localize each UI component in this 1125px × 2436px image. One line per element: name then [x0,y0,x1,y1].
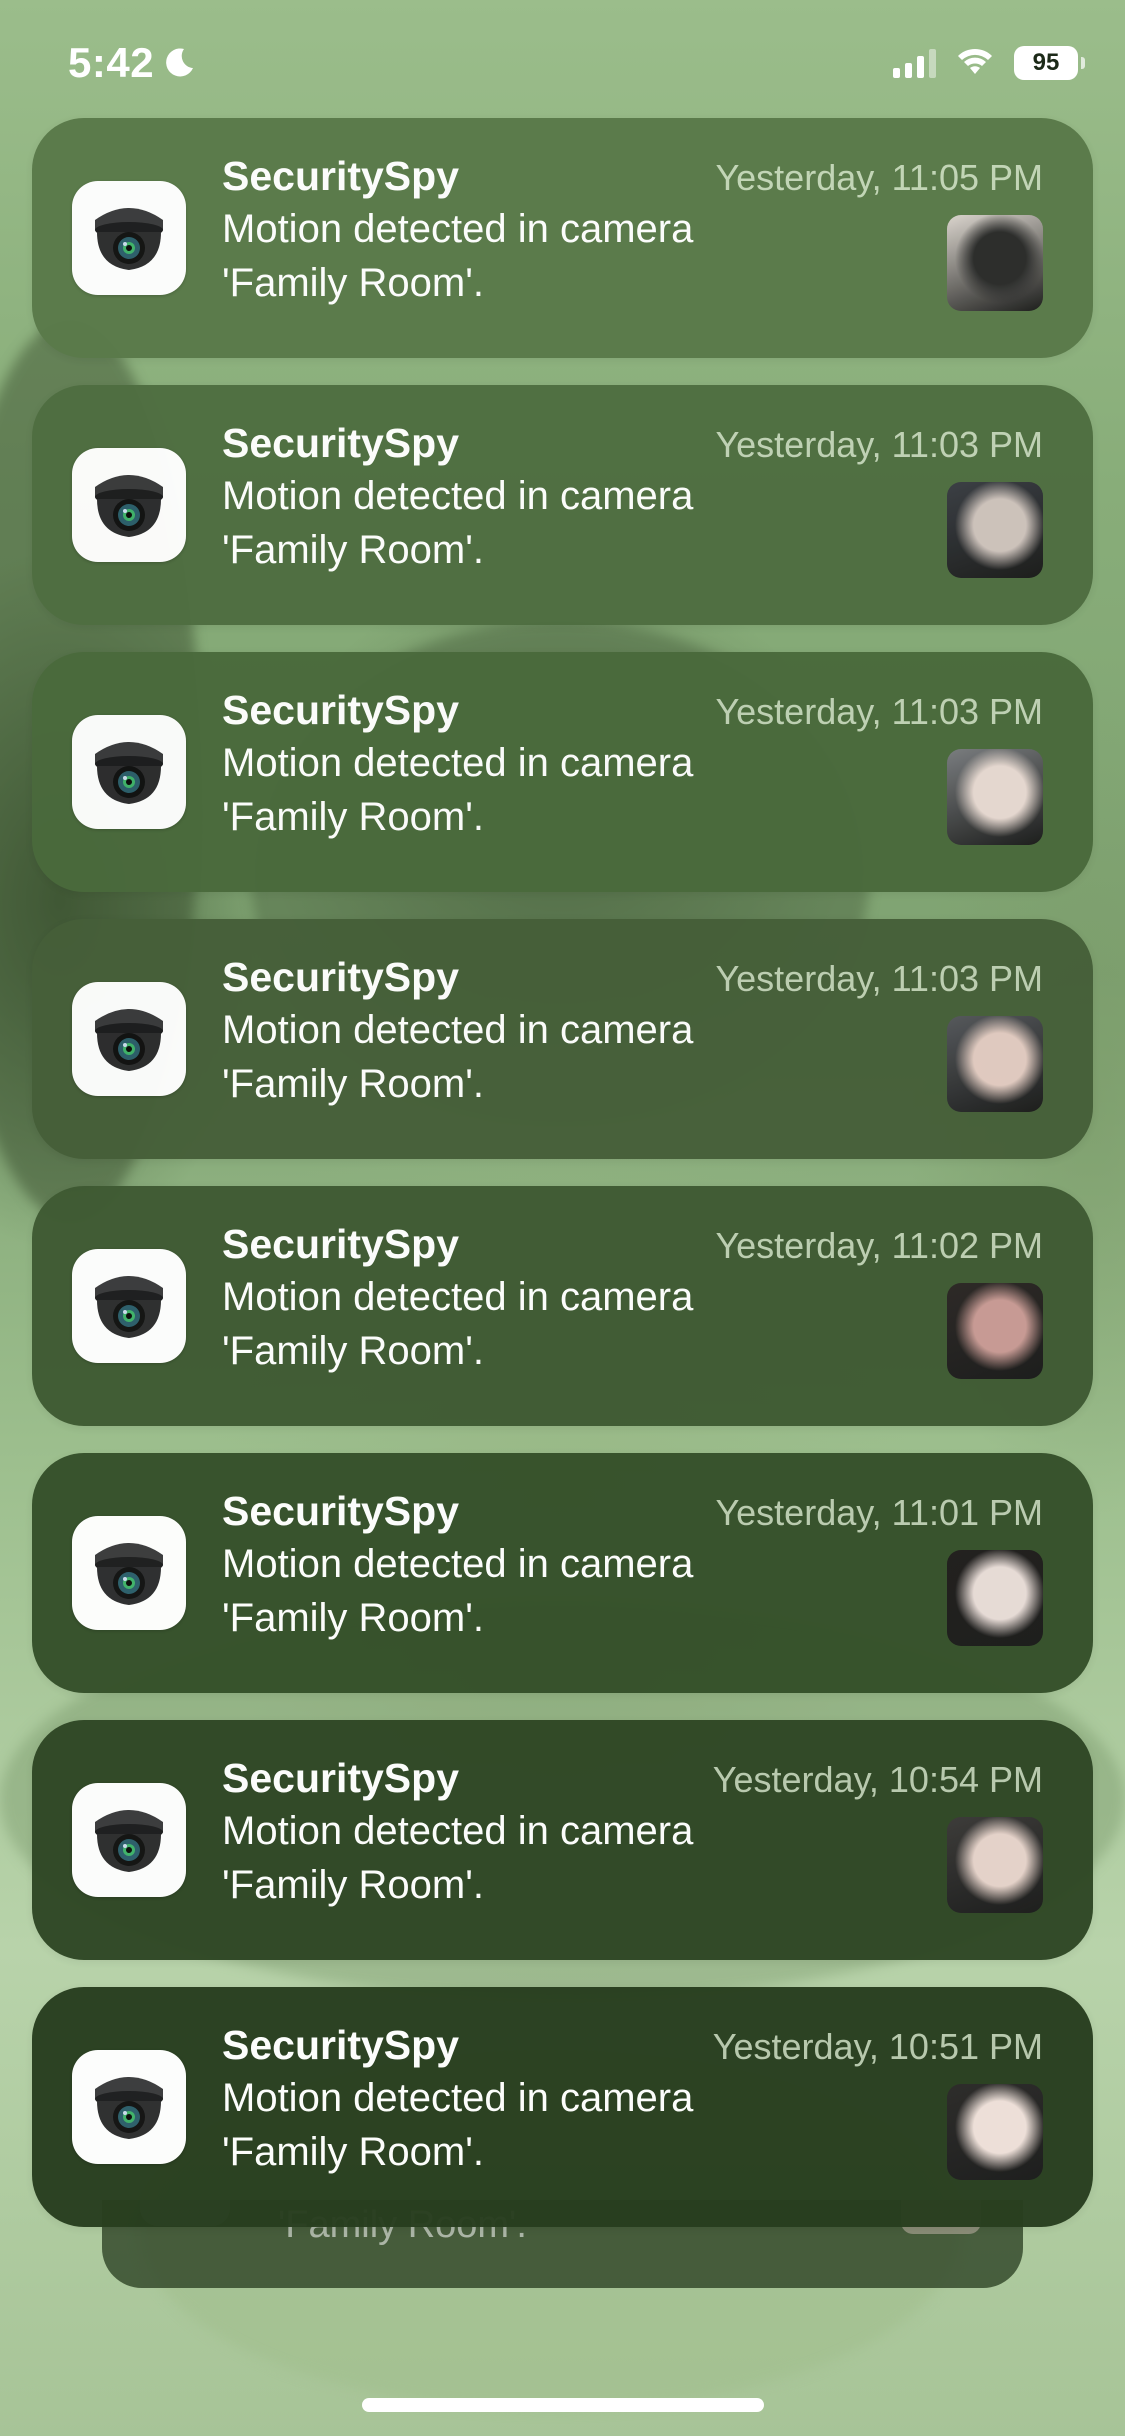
camera-snapshot-thumbnail [947,1550,1043,1646]
securityspy-app-icon [72,1783,186,1897]
notification-app-name: SecuritySpy [222,687,459,733]
notification-content: SecuritySpy Yesterday, 11:01 PM Motion det… [222,1488,1043,1658]
notification-content: SecuritySpy Yesterday, 11:05 PM Motion det… [222,153,1043,323]
notification-message-line: 'Family Room'. [222,528,484,572]
notification-message-line: Motion detected in camera [222,2076,694,2120]
notification-message-line: 'Family Room'. [222,1329,484,1373]
notification-message: Motion detected in camera 'Family Room'. [222,469,782,577]
notification-message-line: Motion detected in camera [222,1542,694,1586]
notification-timestamp: Yesterday, 11:03 PM [715,424,1043,465]
cellular-signal-icon [893,48,936,78]
notification-app-name: SecuritySpy [222,153,459,199]
notification-message: Motion detected in camera 'Family Room'. [222,2071,782,2179]
notification-message: Motion detected in camera 'Family Room'. [222,1804,782,1912]
camera-snapshot-thumbnail [947,2084,1043,2180]
securityspy-app-icon [72,982,186,1096]
securityspy-app-icon [72,1249,186,1363]
notification-timestamp: Yesterday, 11:01 PM [715,1492,1043,1533]
securityspy-app-icon [72,1516,186,1630]
securityspy-app-icon [72,715,186,829]
notification-content: SecuritySpy Yesterday, 11:03 PM Motion det… [222,420,1043,590]
notification-card[interactable]: SecuritySpy Yesterday, 11:03 PM Motion det… [32,652,1093,892]
notification-message-line: Motion detected in camera [222,1008,694,1052]
notification-message-line: 'Family Room'. [222,1863,484,1907]
status-bar: 5:42 95 [0,0,1125,130]
notification-timestamp: Yesterday, 10:54 PM [712,1759,1043,1800]
notification-timestamp: Yesterday, 10:51 PM [712,2026,1043,2067]
camera-snapshot-thumbnail [947,1283,1043,1379]
notification-app-name: SecuritySpy [222,1488,459,1534]
notification-message-line: 'Family Room'. [222,2130,484,2174]
home-indicator[interactable] [362,2398,764,2412]
securityspy-app-icon [72,448,186,562]
notification-timestamp: Yesterday, 11:02 PM [715,1225,1043,1266]
notification-timestamp: Yesterday, 11:05 PM [715,157,1043,198]
notification-message: Motion detected in camera 'Family Room'. [222,1003,782,1111]
notification-content: SecuritySpy Yesterday, 11:03 PM Motion det… [222,687,1043,857]
notification-content: SecuritySpy Yesterday, 11:02 PM Motion det… [222,1221,1043,1391]
notification-message-line: Motion detected in camera [222,1275,694,1319]
notification-message-line: Motion detected in camera [222,474,694,518]
notification-content: SecuritySpy Yesterday, 10:54 PM Motion det… [222,1755,1043,1925]
camera-snapshot-thumbnail [947,1016,1043,1112]
notification-content: SecuritySpy Yesterday, 11:03 PM Motion det… [222,954,1043,1124]
camera-snapshot-thumbnail [947,482,1043,578]
notification-message: Motion detected in camera 'Family Room'. [222,736,782,844]
notification-message-line: 'Family Room'. [222,261,484,305]
notification-message-line: 'Family Room'. [222,1596,484,1640]
camera-snapshot-thumbnail [947,1817,1043,1913]
notification-message-line: 'Family Room'. [222,795,484,839]
notification-message-line: Motion detected in camera [222,1809,694,1853]
notification-card[interactable]: SecuritySpy Yesterday, 11:02 PM Motion det… [32,1186,1093,1426]
moon-icon [162,46,196,80]
notification-app-name: SecuritySpy [222,2022,459,2068]
notification-card[interactable]: SecuritySpy Yesterday, 10:54 PM Motion det… [32,1720,1093,1960]
notification-content: SecuritySpy Yesterday, 10:51 PM Motion det… [222,2022,1043,2192]
notification-app-name: SecuritySpy [222,954,459,1000]
notification-app-name: SecuritySpy [222,1755,459,1801]
notification-app-name: SecuritySpy [222,1221,459,1267]
battery-icon: 95 [1014,46,1085,80]
notification-message: Motion detected in camera 'Family Room'. [222,202,782,310]
notification-card[interactable]: SecuritySpy Yesterday, 11:03 PM Motion det… [32,919,1093,1159]
securityspy-app-icon [72,181,186,295]
notification-card[interactable]: SecuritySpy Yesterday, 11:01 PM Motion det… [32,1453,1093,1693]
battery-level: 95 [1014,46,1078,80]
notification-card[interactable]: SecuritySpy Yesterday, 10:51 PM Motion det… [32,1987,1093,2227]
notification-message-line: Motion detected in camera [222,207,694,251]
camera-snapshot-thumbnail [947,749,1043,845]
notification-message-line: Motion detected in camera [222,741,694,785]
wifi-icon [954,45,996,82]
notification-message: Motion detected in camera 'Family Room'. [222,1537,782,1645]
camera-snapshot-thumbnail [947,215,1043,311]
notification-message-line: 'Family Room'. [222,1062,484,1106]
securityspy-app-icon [72,2050,186,2164]
notification-app-name: SecuritySpy [222,420,459,466]
notification-card[interactable]: SecuritySpy Yesterday, 11:05 PM Motion det… [32,118,1093,358]
clock-time: 5:42 [68,39,155,86]
notification-card[interactable]: SecuritySpy Yesterday, 11:03 PM Motion det… [32,385,1093,625]
notification-timestamp: Yesterday, 11:03 PM [715,691,1043,732]
notification-message: Motion detected in camera 'Family Room'. [222,1270,782,1378]
notification-timestamp: Yesterday, 11:03 PM [715,958,1043,999]
